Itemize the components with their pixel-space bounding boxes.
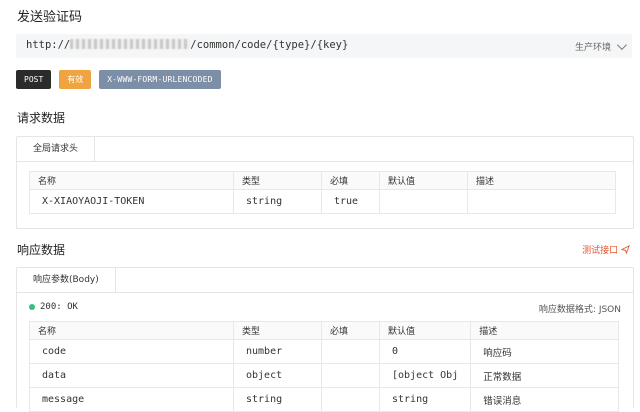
col-description: 描述 [467,171,616,190]
method-tags: POST 有效 X-WWW-FORM-URLENCODED [16,70,221,89]
request-tabbar: 全局请求头 [17,137,633,162]
status-badge: 有效 [59,70,92,89]
cell-type: string [233,189,322,214]
cell-description: 正常数据 [470,363,620,388]
cell-default: [object Obj [378,363,472,388]
page-title: 发送验证码 [17,10,83,25]
table-header-row: 名称 类型 必填 默认值 描述 [29,171,616,190]
test-api-label: 测试接口 [582,246,619,256]
request-headers-table: 名称 类型 必填 默认值 描述 X-XIAOYAOJI-TOKEN string… [29,171,616,214]
cell-required: true [321,189,380,214]
status-line: 200: OK [29,302,78,312]
col-default: 默认值 [379,171,468,190]
col-required: 必填 [321,171,380,190]
send-icon [620,244,630,256]
col-name: 名称 [29,321,234,340]
url-bar: http:// /common/code/{type}/{key} 生产环境 [16,34,632,58]
redacted-host [70,39,191,49]
col-default: 默认值 [378,321,472,340]
col-name: 名称 [29,171,234,190]
col-type: 类型 [233,321,322,340]
cell-default [379,189,468,214]
api-doc-page: 发送验证码 http:// /common/code/{type}/{key} 生… [0,0,640,412]
status-dot-icon [29,304,35,310]
response-section-title: 响应数据 [17,243,66,257]
environment-label: 生产环境 [574,43,611,53]
content-type-badge: X-WWW-FORM-URLENCODED [99,70,221,89]
endpoint-url[interactable]: http:// /common/code/{type}/{key} [26,39,348,51]
test-api-link[interactable]: 测试接口 [582,243,630,256]
method-badge: POST [16,70,52,89]
cell-type: object [233,363,322,388]
url-prefix: http:// [26,39,71,51]
request-section-title: 请求数据 [17,111,66,125]
cell-type: number [233,339,322,364]
tab-response-body[interactable]: 响应参数(Body) [17,268,116,292]
table-header-row: 名称 类型 必填 默认值 描述 [29,321,620,340]
col-description: 描述 [470,321,620,340]
cell-description [467,189,616,214]
response-panel: 响应参数(Body) 200: OK 响应数据格式: JSON 名称 类型 必填… [16,267,634,412]
cell-name: code [29,339,234,364]
environment-select[interactable]: 生产环境 [574,40,627,53]
url-path: /common/code/{type}/{key} [190,39,349,51]
col-type: 类型 [233,171,322,190]
cell-name: data [29,363,234,388]
status-code: 200: OK [40,302,78,312]
cell-required [321,339,380,364]
cell-default: 0 [378,339,472,364]
request-panel: 全局请求头 名称 类型 必填 默认值 描述 X-XIAOYAOJI-TOKEN … [16,136,634,229]
col-required: 必填 [321,321,380,340]
cell-description: 响应码 [470,339,620,364]
chevron-down-icon [616,40,627,51]
tab-global-headers[interactable]: 全局请求头 [17,137,96,161]
table-row: X-XIAOYAOJI-TOKEN string true [29,189,616,214]
cell-name: X-XIAOYAOJI-TOKEN [29,189,234,214]
table-row: data object [object Obj 正常数据 [29,363,620,388]
cell-required [321,363,380,388]
response-format: 响应数据格式: JSON [538,305,621,315]
response-tabbar: 响应参数(Body) [17,268,633,293]
response-params-table: 名称 类型 必填 默认值 描述 code number 0 响应码 data o… [29,321,620,412]
table-row: code number 0 响应码 [29,339,620,364]
